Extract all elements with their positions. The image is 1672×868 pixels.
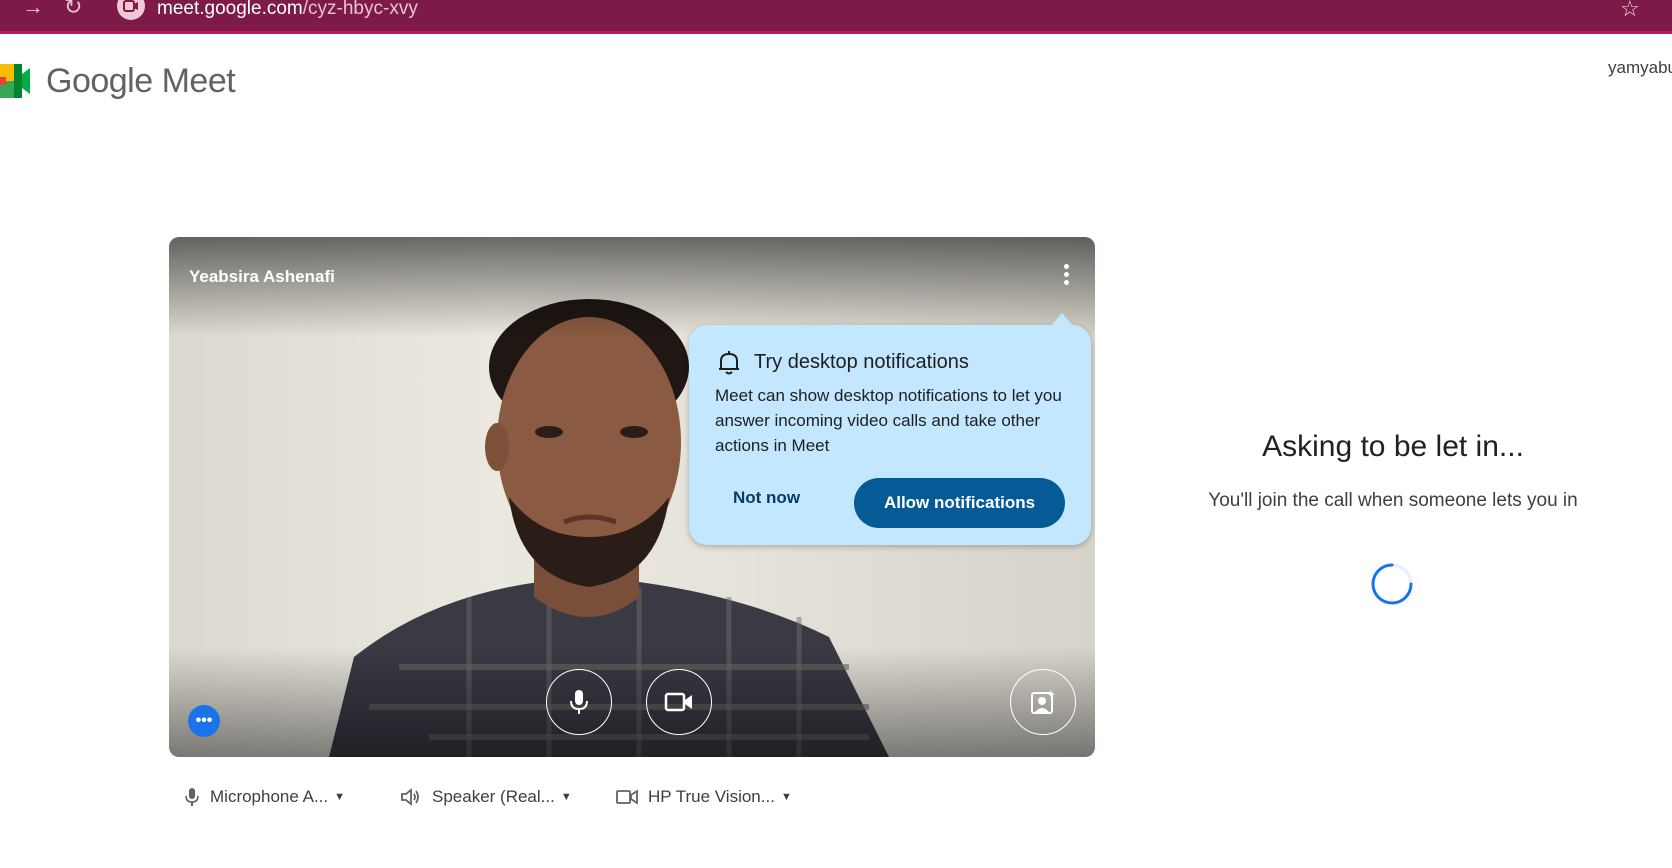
microphone-label: Microphone A... (210, 787, 329, 806)
camera-label: HP True Vision... (648, 787, 775, 806)
top-gradient (169, 237, 1095, 337)
bookmark-star-icon[interactable]: ☆ (1620, 0, 1640, 22)
popup-title: Try desktop notifications (754, 351, 969, 373)
allow-notifications-button[interactable]: Allow notifications (854, 478, 1065, 528)
reload-icon[interactable]: ↻ (64, 0, 82, 20)
browser-toolbar: → ↻ meet.google.com/cyz-hbyc-xvy ☆ (0, 0, 1672, 34)
bottom-gradient (169, 647, 1095, 757)
speaker-label: Speaker (Real... (432, 787, 555, 806)
camera-select[interactable]: HP True Vision... ▼ (616, 787, 792, 807)
waiting-status-subtitle: You'll join the call when someone lets y… (1208, 490, 1578, 511)
microphone-toggle-button[interactable] (546, 669, 612, 735)
microphone-icon (185, 788, 199, 806)
not-now-button[interactable]: Not now (733, 488, 800, 508)
chevron-down-icon: ▼ (560, 791, 572, 803)
notification-prompt: Try desktop notifications Meet can show … (689, 313, 1091, 545)
effects-portrait-icon (1031, 690, 1055, 714)
more-actions-button[interactable]: ••• (188, 705, 220, 737)
popup-caret (1050, 313, 1074, 327)
url-domain: meet.google.com (157, 0, 303, 19)
bell-icon (719, 351, 739, 375)
loading-spinner-icon (1371, 563, 1413, 605)
url-path: /cyz-hbyc-xvy (302, 0, 418, 19)
brand-title: Google Meet (46, 62, 236, 100)
chevron-down-icon: ▼ (334, 791, 346, 803)
speaker-icon (401, 788, 419, 806)
popup-body: Meet can show desktop notifications to l… (715, 386, 1062, 455)
video-camera-icon (664, 692, 692, 712)
participant-name: Yeabsira Ashenafi (189, 267, 335, 286)
more-options-icon[interactable] (1056, 261, 1076, 289)
address-url[interactable]: meet.google.com/cyz-hbyc-xvy (157, 0, 418, 20)
visual-effects-button[interactable] (1010, 669, 1076, 735)
microphone-icon (570, 690, 588, 714)
video-camera-icon (616, 789, 638, 805)
chevron-down-icon: ▼ (780, 791, 792, 803)
google-meet-logo (0, 64, 30, 98)
forward-icon[interactable]: → (22, 0, 44, 20)
camera-toggle-button[interactable] (646, 669, 712, 735)
account-name: yamyabu (1608, 58, 1672, 77)
waiting-status-title: Asking to be let in... (1262, 430, 1524, 463)
microphone-select[interactable]: Microphone A... ▼ (184, 787, 345, 807)
speaker-select[interactable]: Speaker (Real... ▼ (400, 787, 572, 807)
